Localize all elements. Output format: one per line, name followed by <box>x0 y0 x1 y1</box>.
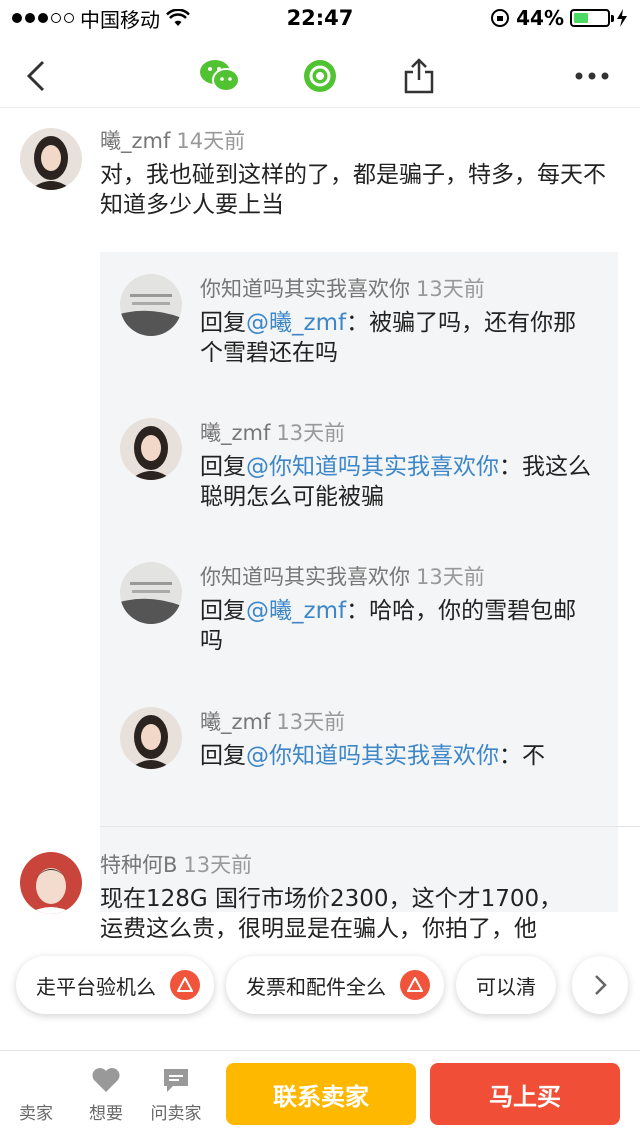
status-bar: 中国移动 22:47 44% <box>0 0 640 36</box>
reply-username[interactable]: 你知道吗其实我喜欢你 <box>200 277 410 301</box>
avatar[interactable] <box>20 852 82 914</box>
reply-meta: 你知道吗其实我喜欢你 13天前 <box>200 562 598 592</box>
comment-meta: 曦_zmf 14天前 <box>100 126 616 156</box>
reply-text: 回复@你知道吗其实我喜欢你：我这么聪明怎么可能被骗 <box>200 452 598 512</box>
contact-seller-button[interactable]: 联系卖家 <box>226 1063 416 1125</box>
buy-now-button[interactable]: 马上买 <box>430 1063 620 1125</box>
battery-level <box>574 13 589 23</box>
reply-item: 曦_zmf 13天前 回复@你知道吗其实我喜欢你：我这么聪明怎么可能被骗 <box>100 418 618 512</box>
reply-time: 13天前 <box>416 565 485 589</box>
comment-time: 14天前 <box>176 129 246 153</box>
reply-meta: 曦_zmf 13天前 <box>200 418 598 448</box>
reply-time: 13天前 <box>276 710 346 734</box>
comment-item: 特种何B 13天前 现在128G 国行市场价2300，这个才1700， 运费这么贵… <box>0 850 640 944</box>
comment-text: 对，我也碰到这样的了，都是骗子，特多，每天不知道多少人要上当 <box>100 162 606 218</box>
status-right: 44% <box>490 6 628 30</box>
tab-label: 卖家 <box>19 1104 53 1124</box>
chip-invoice[interactable]: 发票和配件全么 <box>226 956 444 1014</box>
seller-icon <box>14 1065 58 1095</box>
tab-seller[interactable]: 卖家 <box>14 1065 58 1124</box>
reply-mention[interactable]: @曦_zmf <box>246 598 346 624</box>
avatar[interactable] <box>120 418 182 480</box>
reply-prefix: 回复 <box>200 310 246 336</box>
reply-meta: 曦_zmf 13天前 <box>200 707 598 737</box>
avatar[interactable] <box>120 707 182 769</box>
reply-item: 曦_zmf 13天前 回复@你知道吗其实我喜欢你：不 <box>100 707 618 771</box>
tab-label: 想要 <box>89 1104 123 1124</box>
comment-meta: 特种何B 13天前 <box>100 850 616 880</box>
reply-text: 回复@曦_zmf：哈哈，你的雪碧包邮吗 <box>200 596 598 656</box>
orientation-lock-icon <box>491 9 510 27</box>
chip-label: 可以清 <box>476 974 536 999</box>
tab-ask-seller[interactable]: 问卖家 <box>146 1065 206 1124</box>
reply-time: 13天前 <box>416 277 485 301</box>
reply-username[interactable]: 曦_zmf <box>200 421 270 445</box>
reply-text: 回复@你知道吗其实我喜欢你：不 <box>200 741 598 771</box>
avatar[interactable] <box>20 128 82 190</box>
reply-item: 你知道吗其实我喜欢你 13天前 回复@曦_zmf：哈哈，你的雪碧包邮吗 <box>100 562 618 656</box>
tab-label: 问卖家 <box>150 1104 202 1124</box>
comment-text: 现在128G 国行市场价2300，这个才1700， 运费这么贵，很明显是在骗人，… <box>100 884 616 944</box>
status-left: 中国移动 <box>12 4 190 33</box>
wechat-share-icon[interactable] <box>198 56 242 96</box>
bottom-bar: 卖家 想要 问卖家 联系卖家 马上买 <box>0 1050 640 1138</box>
chips-next-icon[interactable] <box>572 956 628 1014</box>
chip-more[interactable]: 可以清 <box>456 956 556 1014</box>
charging-icon <box>617 9 627 27</box>
carrier-name: 中国移动 <box>80 7 160 32</box>
reply-prefix: 回复 <box>200 598 246 624</box>
reply-username[interactable]: 曦_zmf <box>200 710 270 734</box>
moments-share-icon[interactable] <box>300 56 340 96</box>
heart-icon <box>84 1065 128 1095</box>
reply-mention[interactable]: @你知道吗其实我喜欢你 <box>246 743 499 769</box>
wifi-icon <box>166 9 190 26</box>
comment-username[interactable]: 特种何B <box>100 853 177 877</box>
reply-content: ：不 <box>499 743 545 769</box>
comment-item: 曦_zmf 14天前 对，我也碰到这样的了，都是骗子，特多，每天不知道多少人要上当 <box>0 126 640 220</box>
quick-question-chips: 走平台验机么 发票和配件全么 可以清 <box>16 956 556 1014</box>
chip-inspection[interactable]: 走平台验机么 <box>16 956 214 1014</box>
reply-item: 你知道吗其实我喜欢你 13天前 回复@曦_zmf：被骗了吗，还有你那个雪碧还在吗 <box>100 274 618 368</box>
reply-text: 回复@曦_zmf：被骗了吗，还有你那个雪碧还在吗 <box>200 308 598 368</box>
warning-icon <box>170 970 200 1000</box>
reply-mention[interactable]: @你知道吗其实我喜欢你 <box>246 454 499 480</box>
warning-icon <box>400 970 430 1000</box>
back-icon[interactable] <box>18 58 54 94</box>
chip-label: 走平台验机么 <box>36 974 156 999</box>
comment-text-line: 现在128G 国行市场价2300，这个才1700， <box>100 886 563 912</box>
reply-username[interactable]: 你知道吗其实我喜欢你 <box>200 565 410 589</box>
more-icon[interactable] <box>570 62 614 90</box>
reply-prefix: 回复 <box>200 743 246 769</box>
signal-strength-icon <box>12 13 74 23</box>
nav-bar <box>0 44 640 108</box>
tab-want[interactable]: 想要 <box>84 1065 128 1124</box>
battery-icon <box>570 9 614 27</box>
comment-time: 13天前 <box>183 853 253 877</box>
reply-meta: 你知道吗其实我喜欢你 13天前 <box>200 274 598 304</box>
reply-mention[interactable]: @曦_zmf <box>246 310 346 336</box>
reply-prefix: 回复 <box>200 454 246 480</box>
divider <box>100 826 640 827</box>
comment-text-line: 运费这么贵，很明显是在骗人，你拍了，他 <box>100 916 537 942</box>
reply-time: 13天前 <box>276 421 346 445</box>
chip-label: 发票和配件全么 <box>246 974 386 999</box>
comment-username[interactable]: 曦_zmf <box>100 129 170 153</box>
avatar[interactable] <box>120 274 182 336</box>
battery-percent: 44% <box>516 6 564 30</box>
message-icon <box>146 1065 206 1095</box>
share-icon[interactable] <box>398 54 440 98</box>
reply-thread: 你知道吗其实我喜欢你 13天前 回复@曦_zmf：被骗了吗，还有你那个雪碧还在吗 … <box>100 252 618 912</box>
avatar[interactable] <box>120 562 182 624</box>
